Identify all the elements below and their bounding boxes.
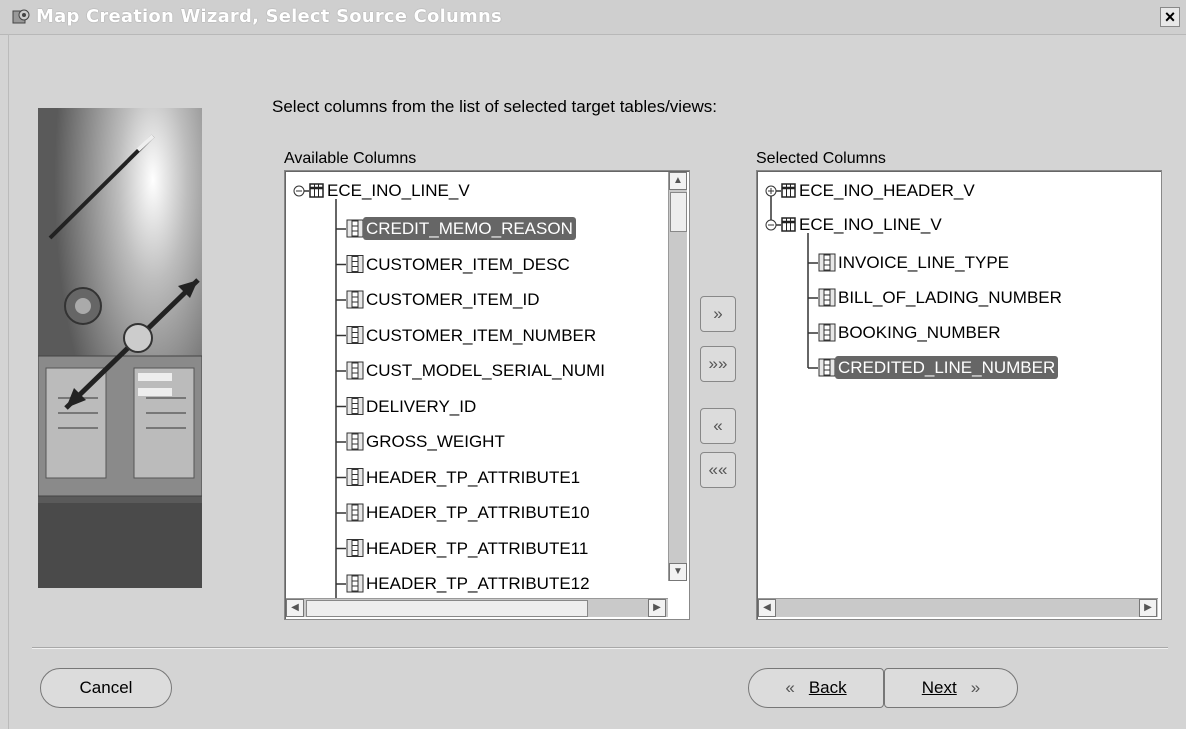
footer-divider xyxy=(32,647,1168,649)
table-icon xyxy=(309,183,324,198)
tree-item-column-label: HEADER_TP_ATTRIBUTE10 xyxy=(366,503,590,522)
tree-node-table[interactable]: ECE_INO_LINE_V xyxy=(796,212,945,238)
scroll-up-button[interactable]: ▲ xyxy=(669,172,687,190)
next-label: Next xyxy=(921,678,957,697)
tree-item-column[interactable]: CUSTOMER_ITEM_NUMBER xyxy=(363,323,599,349)
close-button[interactable]: × xyxy=(1160,7,1180,27)
column-icon xyxy=(346,574,364,593)
next-arrow-icon: » xyxy=(970,678,981,697)
tree-item-column-label: HEADER_TP_ATTRIBUTE1 xyxy=(366,467,581,487)
table-icon xyxy=(781,217,796,232)
tree-item-column[interactable]: CUSTOMER_ITEM_ID xyxy=(363,287,543,313)
collapse-toggle-icon[interactable] xyxy=(293,185,305,197)
tree-item-column[interactable]: CREDIT_MEMO_REASON xyxy=(363,216,576,242)
column-icon xyxy=(818,323,836,342)
tree-item-column[interactable]: HEADER_TP_ATTRIBUTE11 xyxy=(363,536,591,562)
tree-item-column-label: DELIVERY_ID xyxy=(366,396,477,416)
tree-item-column[interactable]: HEADER_TP_ATTRIBUTE10 xyxy=(363,500,593,526)
selected-columns-label: Selected Columns xyxy=(756,150,886,167)
next-button[interactable]: Next » xyxy=(884,668,1018,708)
cancel-button[interactable]: Cancel xyxy=(40,668,172,708)
tree-node-table[interactable]: ECE_INO_HEADER_V xyxy=(796,178,978,204)
remove-button[interactable]: « xyxy=(700,408,736,444)
scroll-right-button[interactable]: ▶ xyxy=(1139,599,1157,617)
available-horizontal-scrollbar[interactable]: ◀ ▶ xyxy=(286,598,668,617)
tree-item-column-label: CUSTOMER_ITEM_DESC xyxy=(366,254,570,274)
available-vertical-scrollbar[interactable]: ▲ ▼ xyxy=(668,172,687,581)
scroll-thumb[interactable] xyxy=(670,192,687,232)
tree-item-column-label: CUSTOMER_ITEM_ID xyxy=(366,290,540,309)
column-icon xyxy=(346,468,364,486)
available-columns-tree[interactable]: ECE_INO_LINE_V CREDIT_MEMO_REASON CUSTOMER… xyxy=(284,170,690,620)
selected-horizontal-scrollbar[interactable]: ◀ ▶ xyxy=(758,598,1158,617)
column-icon xyxy=(346,326,364,344)
tree-item-column-label: HEADER_TP_ATTRIBUTE11 xyxy=(366,538,589,558)
tree-item-column[interactable]: GROSS_WEIGHT xyxy=(363,429,508,455)
back-arrow-icon: « xyxy=(785,678,795,697)
tree-item-column-label: BILL_OF_LADING_NUMBER xyxy=(838,288,1062,307)
instruction-text: Select columns from the list of selected… xyxy=(272,97,718,116)
column-icon xyxy=(818,358,836,377)
scroll-track[interactable] xyxy=(778,600,1136,615)
move-all-button[interactable]: »» xyxy=(700,346,736,382)
tree-item-column-label: CUSTOMER_ITEM_NUMBER xyxy=(366,325,597,345)
tree-item-column[interactable]: DELIVERY_ID xyxy=(363,394,479,420)
tree-item-column-label: HEADER_TP_ATTRIBUTE12 xyxy=(366,574,590,593)
column-icon xyxy=(818,288,836,307)
column-icon xyxy=(346,397,364,415)
move-button[interactable]: » xyxy=(700,296,736,332)
tree-item-column[interactable]: CREDITED_LINE_NUMBER xyxy=(835,355,1059,381)
column-icon xyxy=(346,255,364,273)
column-icon xyxy=(346,503,364,522)
tree-item-column[interactable]: INVOICE_LINE_TYPE xyxy=(835,250,1012,276)
tree-node-table[interactable]: ECE_INO_LINE_V xyxy=(324,178,473,204)
remove-all-button[interactable]: «« xyxy=(700,452,736,488)
window-border xyxy=(0,34,9,729)
scroll-left-button[interactable]: ◀ xyxy=(286,599,304,617)
column-icon xyxy=(346,432,364,451)
scroll-thumb[interactable] xyxy=(306,600,588,617)
tree-item-column[interactable]: HEADER_TP_ATTRIBUTE1 xyxy=(363,465,583,491)
scroll-right-button[interactable]: ▶ xyxy=(648,599,666,617)
column-icon xyxy=(346,361,364,380)
table-icon xyxy=(781,183,796,198)
scroll-left-button[interactable]: ◀ xyxy=(758,599,776,617)
tree-item-column-label: INVOICE_LINE_TYPE xyxy=(838,253,1010,272)
tree-item-column-label: CUST_MODEL_SERIAL_NUMI xyxy=(366,361,606,380)
column-icon xyxy=(818,253,836,272)
tree-item-column-label: GROSS_WEIGHT xyxy=(366,432,505,451)
collapse-toggle-icon[interactable] xyxy=(765,219,777,231)
window-title: Map Creation Wizard, Select Source Colum… xyxy=(36,6,502,27)
back-button[interactable]: « Back xyxy=(748,668,884,708)
column-icon xyxy=(346,219,364,238)
tree-item-column[interactable]: BILL_OF_LADING_NUMBER xyxy=(835,285,1065,311)
tree-item-column-label: BOOKING_NUMBER xyxy=(838,323,1001,342)
tree-item-column-label: CREDIT_MEMO_REASON xyxy=(363,217,576,240)
tree-item-column[interactable]: CUST_MODEL_SERIAL_NUMI xyxy=(363,358,608,384)
tree-node-table-label: ECE_INO_LINE_V xyxy=(799,215,942,234)
column-icon xyxy=(346,539,364,557)
scroll-down-button[interactable]: ▼ xyxy=(669,563,687,581)
back-label: Back xyxy=(808,678,847,697)
tree-node-table-label: ECE_INO_HEADER_V xyxy=(799,181,975,200)
expand-toggle-icon[interactable] xyxy=(765,185,777,197)
column-icon xyxy=(346,290,364,309)
magic-wand-illustration-icon xyxy=(38,108,202,588)
wizard-app-icon xyxy=(12,9,30,24)
tree-item-column[interactable]: BOOKING_NUMBER xyxy=(835,320,1003,346)
title-bar: Map Creation Wizard, Select Source Colum… xyxy=(0,0,1186,35)
selected-columns-tree[interactable]: ECE_INO_HEADER_V ECE_INO_LINE_V INVOICE_LI… xyxy=(756,170,1162,620)
tree-item-column[interactable]: HEADER_TP_ATTRIBUTE12 xyxy=(363,571,593,597)
tree-item-column[interactable]: CUSTOMER_ITEM_DESC xyxy=(363,252,573,278)
tree-connector-lines xyxy=(765,183,836,377)
tree-item-column-label: CREDITED_LINE_NUMBER xyxy=(835,356,1059,379)
wizard-illustration xyxy=(38,108,202,588)
available-columns-label: Available Columns xyxy=(284,150,417,167)
tree-node-table-label: ECE_INO_LINE_V xyxy=(327,181,470,200)
